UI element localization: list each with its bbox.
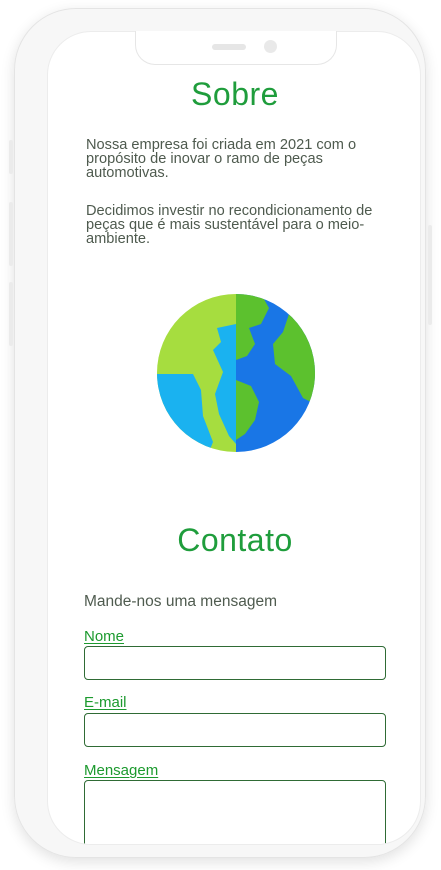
phone-notch bbox=[135, 31, 337, 65]
email-label: E-mail bbox=[84, 694, 127, 711]
email-field[interactable] bbox=[84, 713, 386, 747]
section-title-sobre: Sobre bbox=[191, 76, 279, 112]
message-field[interactable] bbox=[84, 780, 386, 844]
about-paragraph-2: Decidimos investir no recondicionamento … bbox=[86, 203, 373, 247]
device-volume-down-button bbox=[9, 282, 13, 346]
camera-icon bbox=[264, 40, 277, 53]
message-label: Mensagem bbox=[84, 762, 159, 779]
device-volume-up-button bbox=[9, 202, 13, 266]
phone-screen[interactable]: Sobre Nossa empresa foi criada em 2021 c… bbox=[47, 31, 421, 845]
about-paragraph-1: Nossa empresa foi criada em 2021 com o p… bbox=[86, 137, 357, 181]
name-label: Nome bbox=[84, 628, 125, 645]
section-title-contato: Contato bbox=[177, 522, 293, 558]
globe-icon bbox=[157, 294, 315, 452]
name-field[interactable] bbox=[84, 646, 386, 680]
phone-frame: Sobre Nossa empresa foi criada em 2021 c… bbox=[14, 8, 426, 858]
device-power-button bbox=[428, 225, 432, 325]
contact-lead-text: Mande-nos uma mensagem bbox=[84, 593, 277, 610]
device-side-button bbox=[9, 140, 13, 174]
speaker-grille bbox=[212, 44, 246, 50]
